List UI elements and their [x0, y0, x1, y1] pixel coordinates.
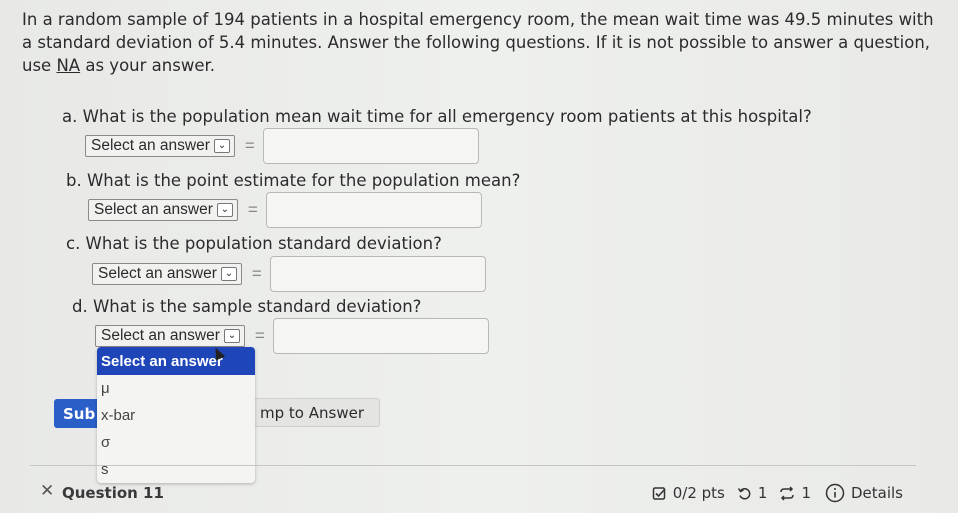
na-label: NA [56, 56, 81, 75]
question-b-answer-row: Select an answer ⌄ = [88, 192, 482, 228]
question-b-select[interactable]: Select an answer ⌄ [88, 199, 238, 221]
select-value: Select an answer [98, 265, 217, 282]
dropdown-option-mu[interactable]: μ [97, 375, 255, 402]
question-c-select[interactable]: Select an answer ⌄ [92, 263, 242, 285]
select-value: Select an answer [91, 137, 210, 154]
question-c-input[interactable] [269, 256, 486, 292]
attempts-icon [779, 485, 795, 501]
answer-dropdown-menu: Select an answer μ x-bar σ s [97, 347, 255, 483]
dropdown-option-sigma[interactable]: σ [97, 429, 255, 456]
problem-statement: In a random sample of 194 patients in a … [22, 8, 942, 77]
question-b-input[interactable] [265, 192, 482, 228]
jump-to-answer-button[interactable]: mp to Answer [250, 398, 380, 427]
divider [30, 465, 916, 466]
select-value: Select an answer [101, 327, 220, 344]
question-c-label: c. What is the population standard devia… [66, 234, 442, 253]
question-a-select[interactable]: Select an answer ⌄ [85, 135, 235, 157]
chevron-down-icon: ⌄ [216, 203, 233, 217]
question-a-input[interactable] [262, 128, 479, 164]
attempts-count: 1 [801, 484, 811, 502]
question-b-label: b. What is the point estimate for the po… [66, 171, 521, 190]
equals-sign: = [251, 264, 262, 283]
info-icon[interactable] [825, 483, 845, 503]
question-c-answer-row: Select an answer ⌄ = [92, 256, 486, 292]
chevron-down-icon: ⌄ [213, 139, 230, 153]
question-a-answer-row: Select an answer ⌄ = [85, 128, 479, 164]
points-text: 0/2 pts [672, 484, 725, 502]
checkbox-score-icon [652, 486, 667, 501]
dropdown-option-s[interactable]: s [97, 456, 255, 483]
details-link[interactable]: Details [851, 484, 903, 502]
question-number: Question 11 [62, 484, 164, 502]
intro-end: as your answer. [85, 56, 215, 75]
question-d-select[interactable]: Select an answer ⌄ [95, 325, 245, 347]
dropdown-option-select-an-answer[interactable]: Select an answer [97, 347, 255, 375]
retry-icon [737, 486, 752, 501]
equals-sign: = [244, 136, 255, 155]
chevron-down-icon: ⌄ [220, 267, 237, 281]
select-value: Select an answer [94, 201, 213, 218]
close-icon[interactable]: ✕ [40, 481, 54, 501]
question-status-bar: 0/2 pts 1 1 Details [652, 483, 903, 503]
dropdown-option-x-bar[interactable]: x-bar [97, 402, 255, 429]
equals-sign: = [254, 326, 265, 345]
question-d-input[interactable] [272, 318, 489, 354]
chevron-down-icon: ⌄ [223, 329, 240, 343]
question-a-label: a. What is the population mean wait time… [62, 107, 812, 126]
retries-count: 1 [757, 484, 768, 502]
equals-sign: = [247, 200, 258, 219]
question-d-label: d. What is the sample standard deviation… [72, 297, 422, 316]
